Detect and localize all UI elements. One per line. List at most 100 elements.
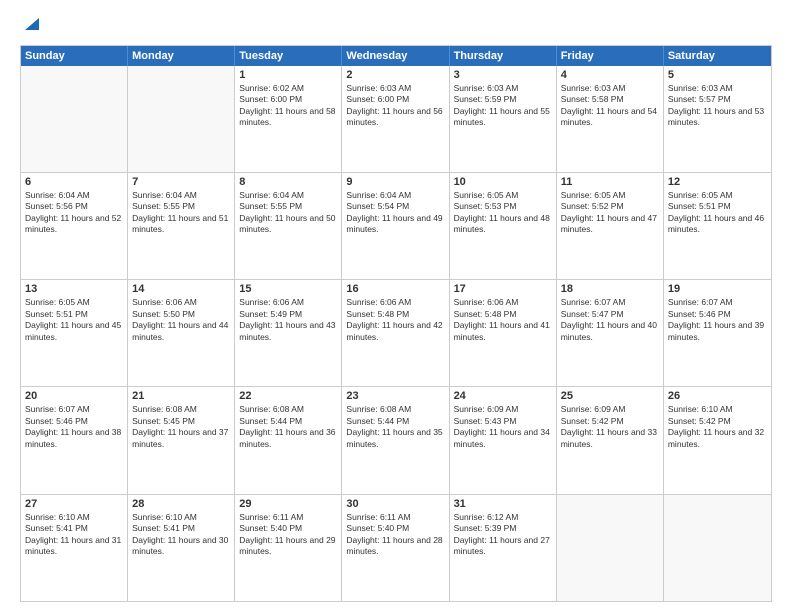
cell-info: Sunrise: 6:06 AM Sunset: 5:49 PM Dayligh… (239, 297, 337, 343)
day-number: 8 (239, 176, 337, 188)
calendar-cell: 7Sunrise: 6:04 AM Sunset: 5:55 PM Daylig… (128, 173, 235, 279)
day-number: 11 (561, 176, 659, 188)
weekday-header: Sunday (21, 46, 128, 66)
calendar-cell: 9 Sunrise: 6:04 AM Sunset: 5:54 PM Daylig… (342, 173, 449, 279)
day-number: 22 (239, 390, 337, 402)
cell-info: Sunrise: 6:03 AM Sunset: 5:57 PM Dayligh… (668, 83, 767, 129)
cell-info: Sunrise: 6:05 AM Sunset: 5:52 PM Dayligh… (561, 190, 659, 236)
day-number: 21 (132, 390, 230, 402)
calendar-cell: 24 Sunrise: 6:09 AM Sunset: 5:43 PM Dayli… (450, 387, 557, 493)
calendar-cell: 26Sunrise: 6:10 AM Sunset: 5:42 PM Dayli… (664, 387, 771, 493)
cell-info: Sunrise: 6:05 AM Sunset: 5:53 PM Dayligh… (454, 190, 552, 236)
weekday-header: Monday (128, 46, 235, 66)
calendar-cell: 5 Sunrise: 6:03 AM Sunset: 5:57 PM Daylig… (664, 66, 771, 172)
cell-info: Sunrise: 6:06 AM Sunset: 5:50 PM Dayligh… (132, 297, 230, 343)
calendar-cell: 18 Sunrise: 6:07 AM Sunset: 5:47 PM Dayli… (557, 280, 664, 386)
calendar-cell: 12Sunrise: 6:05 AM Sunset: 5:51 PM Dayli… (664, 173, 771, 279)
calendar-row: 6Sunrise: 6:04 AM Sunset: 5:56 PM Daylig… (21, 173, 771, 280)
day-number: 2 (346, 69, 444, 81)
day-number: 28 (132, 498, 230, 510)
calendar-cell: 3Sunrise: 6:03 AM Sunset: 5:59 PM Daylig… (450, 66, 557, 172)
cell-info: Sunrise: 6:08 AM Sunset: 5:44 PM Dayligh… (239, 404, 337, 450)
calendar-cell: 16 Sunrise: 6:06 AM Sunset: 5:48 PM Dayli… (342, 280, 449, 386)
calendar-cell (21, 66, 128, 172)
cell-info: Sunrise: 6:08 AM Sunset: 5:44 PM Dayligh… (346, 404, 444, 450)
calendar-header: SundayMondayTuesdayWednesdayThursdayFrid… (21, 46, 771, 66)
cell-info: Sunrise: 6:11 AM Sunset: 5:40 PM Dayligh… (239, 512, 337, 558)
calendar-cell: 29 Sunrise: 6:11 AM Sunset: 5:40 PM Dayli… (235, 495, 342, 601)
day-number: 14 (132, 283, 230, 295)
day-number: 29 (239, 498, 337, 510)
calendar-cell: 23 Sunrise: 6:08 AM Sunset: 5:44 PM Dayli… (342, 387, 449, 493)
calendar: SundayMondayTuesdayWednesdayThursdayFrid… (20, 45, 772, 602)
logo-triangle-icon (23, 14, 41, 32)
calendar-cell: 2 Sunrise: 6:03 AM Sunset: 6:00 PM Daylig… (342, 66, 449, 172)
cell-info: Sunrise: 6:10 AM Sunset: 5:41 PM Dayligh… (25, 512, 123, 558)
calendar-cell: 31Sunrise: 6:12 AM Sunset: 5:39 PM Dayli… (450, 495, 557, 601)
calendar-cell: 4 Sunrise: 6:03 AM Sunset: 5:58 PM Daylig… (557, 66, 664, 172)
calendar-cell: 8Sunrise: 6:04 AM Sunset: 5:55 PM Daylig… (235, 173, 342, 279)
day-number: 30 (346, 498, 444, 510)
calendar-body: 1 Sunrise: 6:02 AM Sunset: 6:00 PM Daylig… (21, 66, 771, 601)
cell-info: Sunrise: 6:03 AM Sunset: 5:58 PM Dayligh… (561, 83, 659, 129)
calendar-row: 20Sunrise: 6:07 AM Sunset: 5:46 PM Dayli… (21, 387, 771, 494)
cell-info: Sunrise: 6:05 AM Sunset: 5:51 PM Dayligh… (668, 190, 767, 236)
day-number: 9 (346, 176, 444, 188)
calendar-row: 13Sunrise: 6:05 AM Sunset: 5:51 PM Dayli… (21, 280, 771, 387)
day-number: 27 (25, 498, 123, 510)
calendar-cell: 15 Sunrise: 6:06 AM Sunset: 5:49 PM Dayli… (235, 280, 342, 386)
day-number: 24 (454, 390, 552, 402)
calendar-cell: 1 Sunrise: 6:02 AM Sunset: 6:00 PM Daylig… (235, 66, 342, 172)
calendar-cell: 14 Sunrise: 6:06 AM Sunset: 5:50 PM Dayli… (128, 280, 235, 386)
day-number: 3 (454, 69, 552, 81)
cell-info: Sunrise: 6:07 AM Sunset: 5:47 PM Dayligh… (561, 297, 659, 343)
day-number: 5 (668, 69, 767, 81)
calendar-row: 1 Sunrise: 6:02 AM Sunset: 6:00 PM Daylig… (21, 66, 771, 173)
calendar-cell: 19Sunrise: 6:07 AM Sunset: 5:46 PM Dayli… (664, 280, 771, 386)
day-number: 15 (239, 283, 337, 295)
cell-info: Sunrise: 6:08 AM Sunset: 5:45 PM Dayligh… (132, 404, 230, 450)
calendar-cell: 25 Sunrise: 6:09 AM Sunset: 5:42 PM Dayli… (557, 387, 664, 493)
cell-info: Sunrise: 6:10 AM Sunset: 5:41 PM Dayligh… (132, 512, 230, 558)
calendar-cell: 6Sunrise: 6:04 AM Sunset: 5:56 PM Daylig… (21, 173, 128, 279)
calendar-cell (128, 66, 235, 172)
cell-info: Sunrise: 6:09 AM Sunset: 5:43 PM Dayligh… (454, 404, 552, 450)
calendar-cell: 27 Sunrise: 6:10 AM Sunset: 5:41 PM Dayli… (21, 495, 128, 601)
day-number: 10 (454, 176, 552, 188)
day-number: 25 (561, 390, 659, 402)
calendar-cell: 28 Sunrise: 6:10 AM Sunset: 5:41 PM Dayli… (128, 495, 235, 601)
calendar-cell: 11 Sunrise: 6:05 AM Sunset: 5:52 PM Dayli… (557, 173, 664, 279)
calendar-cell: 10 Sunrise: 6:05 AM Sunset: 5:53 PM Dayli… (450, 173, 557, 279)
day-number: 1 (239, 69, 337, 81)
cell-info: Sunrise: 6:03 AM Sunset: 6:00 PM Dayligh… (346, 83, 444, 129)
cell-info: Sunrise: 6:04 AM Sunset: 5:54 PM Dayligh… (346, 190, 444, 236)
day-number: 16 (346, 283, 444, 295)
cell-info: Sunrise: 6:12 AM Sunset: 5:39 PM Dayligh… (454, 512, 552, 558)
day-number: 17 (454, 283, 552, 295)
day-number: 13 (25, 283, 123, 295)
cell-info: Sunrise: 6:09 AM Sunset: 5:42 PM Dayligh… (561, 404, 659, 450)
cell-info: Sunrise: 6:06 AM Sunset: 5:48 PM Dayligh… (346, 297, 444, 343)
calendar-cell (557, 495, 664, 601)
day-number: 26 (668, 390, 767, 402)
calendar-row: 27 Sunrise: 6:10 AM Sunset: 5:41 PM Dayli… (21, 495, 771, 601)
weekday-header: Thursday (450, 46, 557, 66)
calendar-cell: 30 Sunrise: 6:11 AM Sunset: 5:40 PM Dayli… (342, 495, 449, 601)
calendar-cell: 21 Sunrise: 6:08 AM Sunset: 5:45 PM Dayli… (128, 387, 235, 493)
cell-info: Sunrise: 6:11 AM Sunset: 5:40 PM Dayligh… (346, 512, 444, 558)
page-header (20, 16, 772, 37)
day-number: 4 (561, 69, 659, 81)
calendar-cell (664, 495, 771, 601)
cell-info: Sunrise: 6:02 AM Sunset: 6:00 PM Dayligh… (239, 83, 337, 129)
day-number: 6 (25, 176, 123, 188)
day-number: 19 (668, 283, 767, 295)
day-number: 7 (132, 176, 230, 188)
weekday-header: Saturday (664, 46, 771, 66)
day-number: 18 (561, 283, 659, 295)
weekday-header: Friday (557, 46, 664, 66)
day-number: 23 (346, 390, 444, 402)
weekday-header: Wednesday (342, 46, 449, 66)
calendar-cell: 13Sunrise: 6:05 AM Sunset: 5:51 PM Dayli… (21, 280, 128, 386)
weekday-header: Tuesday (235, 46, 342, 66)
calendar-cell: 20Sunrise: 6:07 AM Sunset: 5:46 PM Dayli… (21, 387, 128, 493)
